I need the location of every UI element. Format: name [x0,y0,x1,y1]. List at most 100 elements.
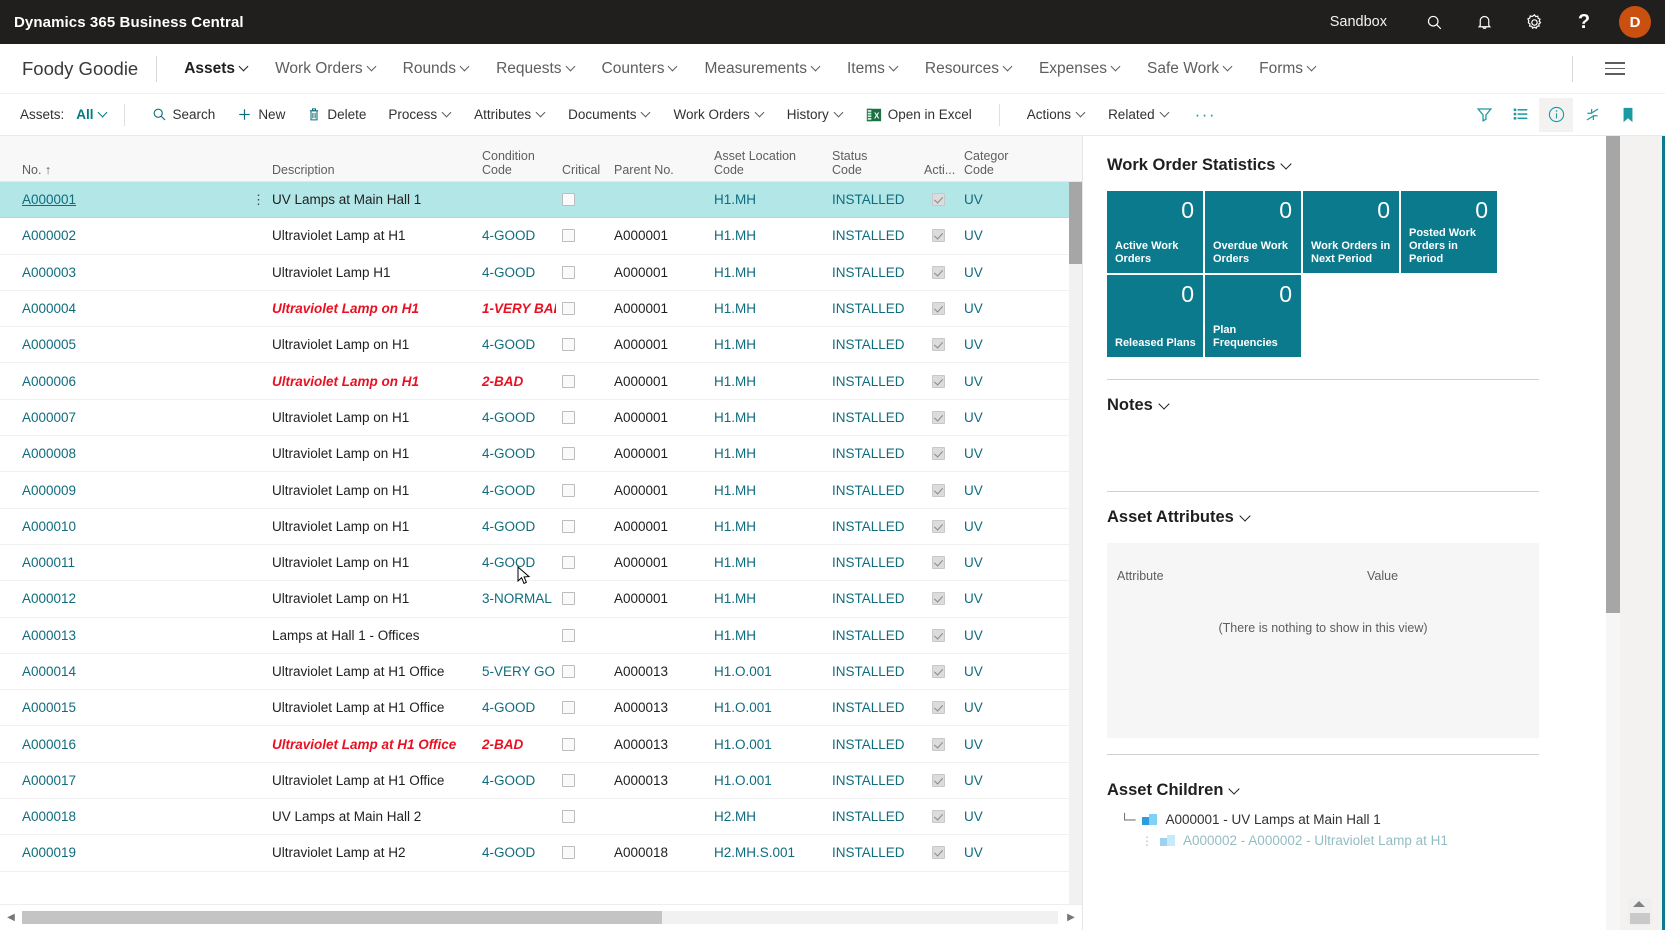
cell-critical[interactable] [556,193,608,207]
filter-icon[interactable] [1467,98,1501,132]
cell-critical[interactable] [556,846,608,860]
hscroll-track[interactable] [22,911,1058,924]
help-icon[interactable]: ? [1559,0,1609,44]
gear-icon[interactable] [1509,0,1559,44]
nav-item-forms[interactable]: Forms [1246,54,1330,84]
open-in-excel-button[interactable]: X Open in Excel [855,102,983,128]
stat-tile-released-plans[interactable]: 0 Released Plans [1107,275,1203,357]
info-icon[interactable] [1539,97,1573,132]
cell-critical[interactable] [556,265,608,279]
active-checkbox[interactable] [931,846,945,860]
nav-item-expenses[interactable]: Expenses [1026,54,1134,84]
cell-critical[interactable] [556,556,608,570]
asset-children-header[interactable]: Asset Children [1107,781,1527,800]
critical-checkbox[interactable] [562,519,575,533]
active-checkbox[interactable] [931,447,945,461]
cell-no[interactable]: A000015 [0,700,246,715]
hscroll-thumb[interactable] [22,911,662,924]
critical-checkbox[interactable] [562,302,575,316]
cell-active[interactable] [918,193,958,207]
delete-button[interactable]: Delete [296,102,377,127]
table-row[interactable]: A000001 ⋮ UV Lamps at Main Hall 1 H1.MH INST… [0,182,1082,219]
cell-active[interactable] [918,302,958,316]
critical-checkbox[interactable] [562,374,575,388]
tree-scroll-control[interactable] [1628,898,1652,926]
cell-no[interactable]: A000019 [0,845,246,860]
cell-no[interactable]: A000004 [0,301,246,316]
active-checkbox[interactable] [931,374,945,388]
tree-scrollbar-thumb[interactable] [1630,913,1650,924]
active-checkbox[interactable] [931,302,945,316]
cell-active[interactable] [918,229,958,243]
cell-no[interactable]: A000013 [0,628,246,643]
bookmark-icon[interactable] [1611,98,1645,132]
nav-item-resources[interactable]: Resources [912,54,1026,84]
cell-critical[interactable] [556,773,608,787]
new-button[interactable]: New [226,102,296,127]
table-row[interactable]: A000010 Ultraviolet Lamp on H1 4-GOOD A0000… [0,509,1082,545]
documents-button[interactable]: Documents [557,102,662,127]
column-header-stat[interactable]: Status Code [826,149,918,177]
list-horizontal-scrollbar[interactable]: ◀ ▶ [0,904,1082,930]
table-row[interactable]: A000002 Ultraviolet Lamp at H1 4-GOOD A0000… [0,218,1082,255]
column-header-crit[interactable]: Critical [556,163,608,177]
cell-active[interactable] [918,483,958,497]
cell-no[interactable]: A000007 [0,410,246,425]
active-checkbox[interactable] [931,556,945,570]
cell-no[interactable]: A000017 [0,773,246,788]
cell-critical[interactable] [556,737,608,751]
table-row[interactable]: A000013 Lamps at Hall 1 - Offices H1.MH INS… [0,618,1082,654]
company-name[interactable]: Foody Goodie [22,58,138,80]
asset-children-item[interactable]: ⋮ A000002 - A000002 - Ultraviolet Lamp at… [1107,827,1527,848]
scroll-left-arrow[interactable]: ◀ [0,912,22,923]
critical-checkbox[interactable] [562,193,575,207]
bell-icon[interactable] [1459,0,1509,44]
active-checkbox[interactable] [931,628,945,642]
cell-no[interactable]: A000009 [0,483,246,498]
critical-checkbox[interactable] [562,846,575,860]
critical-checkbox[interactable] [562,265,575,279]
cell-critical[interactable] [556,229,608,243]
nav-item-items[interactable]: Items [834,54,912,84]
cell-no[interactable]: A000005 [0,337,246,352]
cell-active[interactable] [918,447,958,461]
cell-no[interactable]: A000012 [0,591,246,606]
cell-critical[interactable] [556,701,608,715]
search-button[interactable]: Search [141,102,227,127]
critical-checkbox[interactable] [562,810,575,824]
scroll-right-arrow[interactable]: ▶ [1060,912,1082,923]
cell-active[interactable] [918,810,958,824]
cell-no[interactable]: A000003 [0,265,246,280]
cell-active[interactable] [918,265,958,279]
nav-item-assets[interactable]: Assets [171,54,262,84]
cell-critical[interactable] [556,628,608,642]
critical-checkbox[interactable] [562,229,575,243]
attributes-button[interactable]: Attributes [463,102,557,127]
critical-checkbox[interactable] [562,773,575,787]
cell-no[interactable]: A000014 [0,664,246,679]
table-row[interactable]: A000015 Ultraviolet Lamp at H1 Office 4-GO… [0,690,1082,727]
notes-header[interactable]: Notes [1107,396,1527,415]
view-selector[interactable]: All [76,107,107,122]
nav-item-safe-work[interactable]: Safe Work [1134,54,1246,84]
cell-critical[interactable] [556,302,608,316]
table-row[interactable]: A000007 Ultraviolet Lamp on H1 4-GOOD A0000… [0,400,1082,437]
cell-no[interactable]: A000018 [0,809,246,824]
nav-item-work-orders[interactable]: Work Orders [262,54,390,84]
list-vertical-scrollbar[interactable] [1069,182,1082,904]
critical-checkbox[interactable] [562,447,575,461]
cell-no[interactable]: A000010 [0,519,246,534]
table-row[interactable]: A000018 UV Lamps at Main Hall 2 H2.MH INSTA… [0,799,1082,836]
process-button[interactable]: Process [377,102,463,127]
nav-item-measurements[interactable]: Measurements [691,54,834,84]
row-kebab-menu-icon[interactable]: ⋮ [246,192,266,208]
cell-active[interactable] [918,519,958,533]
column-header-acti[interactable]: Acti... [918,163,958,177]
cell-no[interactable]: A000011 [0,555,246,570]
actions-button[interactable]: Actions [1016,102,1097,127]
hamburger-icon[interactable] [1587,58,1643,79]
stat-tile-work-orders-in-next-period[interactable]: 0 Work Orders in Next Period [1303,191,1399,273]
table-row[interactable]: A000012 Ultraviolet Lamp on H1 3-NORMAL A00… [0,581,1082,618]
asset-children-item[interactable]: └─ A000001 - UV Lamps at Main Hall 1 [1107,806,1527,827]
cell-active[interactable] [918,374,958,388]
